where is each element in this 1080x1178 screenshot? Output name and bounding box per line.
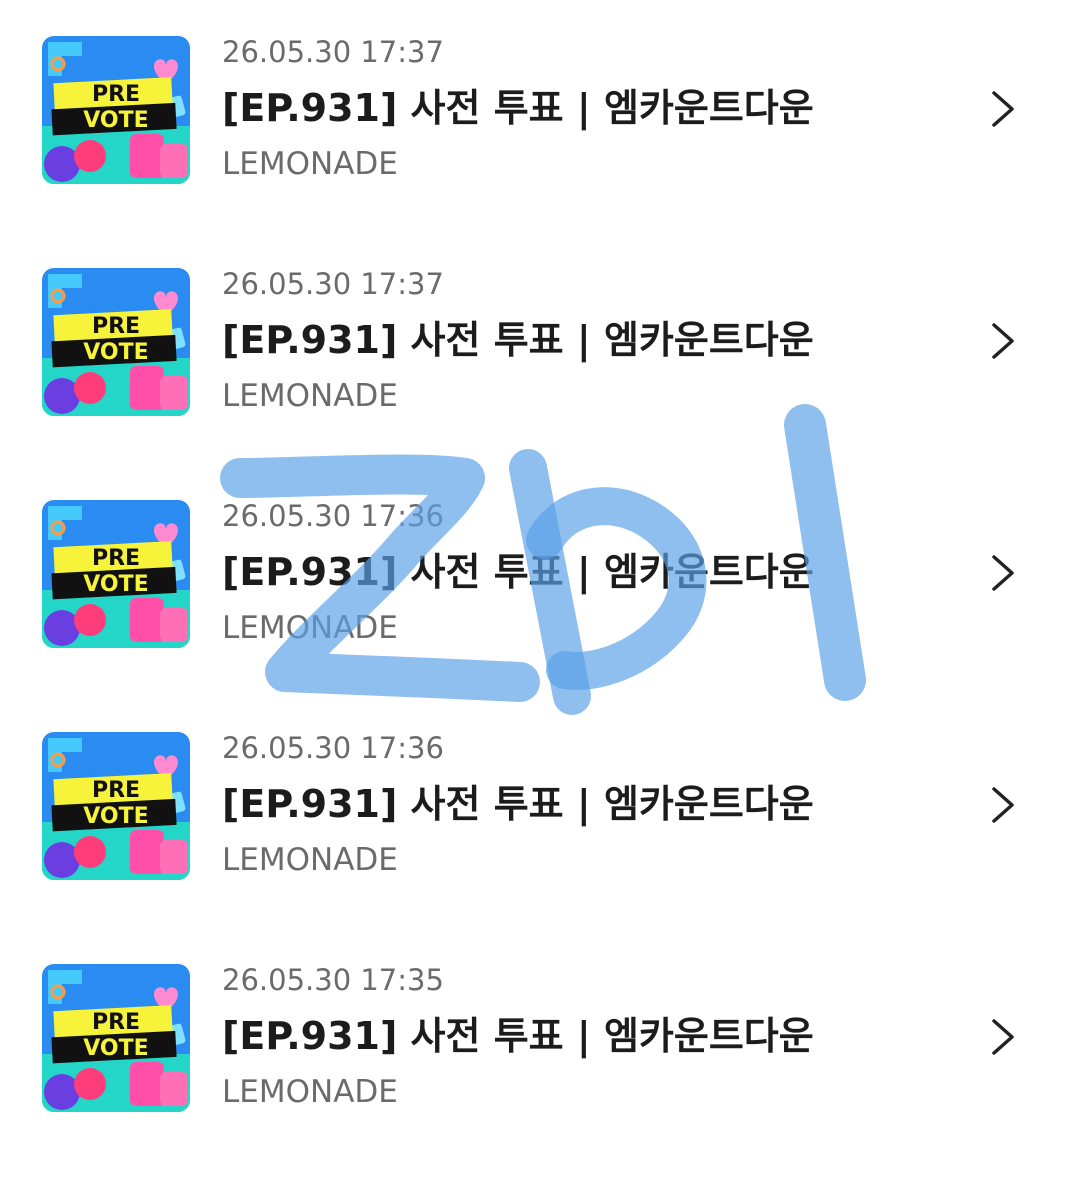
list-item[interactable]: PRE VOTE 26.05.30 17:35 [EP.931] 사전 투표 |…: [0, 962, 1080, 1122]
item-subtitle: LEMONADE: [222, 610, 398, 646]
chevron-right-icon[interactable]: [986, 321, 1020, 361]
pre-vote-thumbnail-art: PRE VOTE: [42, 964, 190, 1112]
item-title: [EP.931] 사전 투표 | 엠카운트다운: [222, 318, 814, 362]
thumb-text-vote: VOTE: [83, 340, 148, 365]
thumb-text-pre: PRE: [92, 778, 140, 803]
item-date: 26.05.30 17:37: [222, 35, 444, 69]
thumb-text-pre: PRE: [92, 1010, 140, 1035]
thumb-text-vote: VOTE: [83, 804, 148, 829]
chevron-right-icon[interactable]: [986, 553, 1020, 593]
item-date: 26.05.30 17:37: [222, 267, 444, 301]
pre-vote-thumbnail-art: PRE VOTE: [42, 500, 190, 648]
chevron-right-icon[interactable]: [986, 1017, 1020, 1057]
thumb-text-pre: PRE: [92, 82, 140, 107]
list-item[interactable]: PRE VOTE 26.05.30 17:36 [EP.931] 사전 투표 |…: [0, 730, 1080, 890]
list-item[interactable]: PRE VOTE 26.05.30 17:36 [EP.931] 사전 투표 |…: [0, 498, 1080, 658]
item-subtitle: LEMONADE: [222, 146, 398, 182]
thumb-text-pre: PRE: [92, 314, 140, 339]
pre-vote-thumbnail: PRE VOTE: [42, 268, 190, 416]
thumb-text-vote: VOTE: [83, 572, 148, 597]
item-subtitle: LEMONADE: [222, 842, 398, 878]
list-item[interactable]: PRE VOTE 26.05.30 17:37 [EP.931] 사전 투표 |…: [0, 34, 1080, 194]
pre-vote-thumbnail-art: PRE VOTE: [42, 268, 190, 416]
chevron-right-icon[interactable]: [986, 89, 1020, 129]
item-date: 26.05.30 17:36: [222, 731, 444, 765]
item-title: [EP.931] 사전 투표 | 엠카운트다운: [222, 550, 814, 594]
pre-vote-thumbnail: PRE VOTE: [42, 500, 190, 648]
pre-vote-thumbnail: PRE VOTE: [42, 732, 190, 880]
thumb-text-vote: VOTE: [83, 108, 148, 133]
item-title: [EP.931] 사전 투표 | 엠카운트다운: [222, 1014, 814, 1058]
list-item[interactable]: PRE VOTE 26.05.30 17:37 [EP.931] 사전 투표 |…: [0, 266, 1080, 426]
item-title: [EP.931] 사전 투표 | 엠카운트다운: [222, 782, 814, 826]
pre-vote-thumbnail: PRE VOTE: [42, 964, 190, 1112]
vote-history-screen: PRE VOTE 26.05.30 17:37 [EP.931] 사전 투표 |…: [0, 0, 1080, 1178]
pre-vote-thumbnail: PRE VOTE: [42, 36, 190, 184]
pre-vote-thumbnail-art: PRE VOTE: [42, 36, 190, 184]
thumb-text-pre: PRE: [92, 546, 140, 571]
chevron-right-icon[interactable]: [986, 785, 1020, 825]
item-title: [EP.931] 사전 투표 | 엠카운트다운: [222, 86, 814, 130]
item-date: 26.05.30 17:36: [222, 499, 444, 533]
item-subtitle: LEMONADE: [222, 1074, 398, 1110]
thumb-text-vote: VOTE: [83, 1036, 148, 1061]
item-date: 26.05.30 17:35: [222, 963, 444, 997]
item-subtitle: LEMONADE: [222, 378, 398, 414]
pre-vote-thumbnail-art: PRE VOTE: [42, 732, 190, 880]
